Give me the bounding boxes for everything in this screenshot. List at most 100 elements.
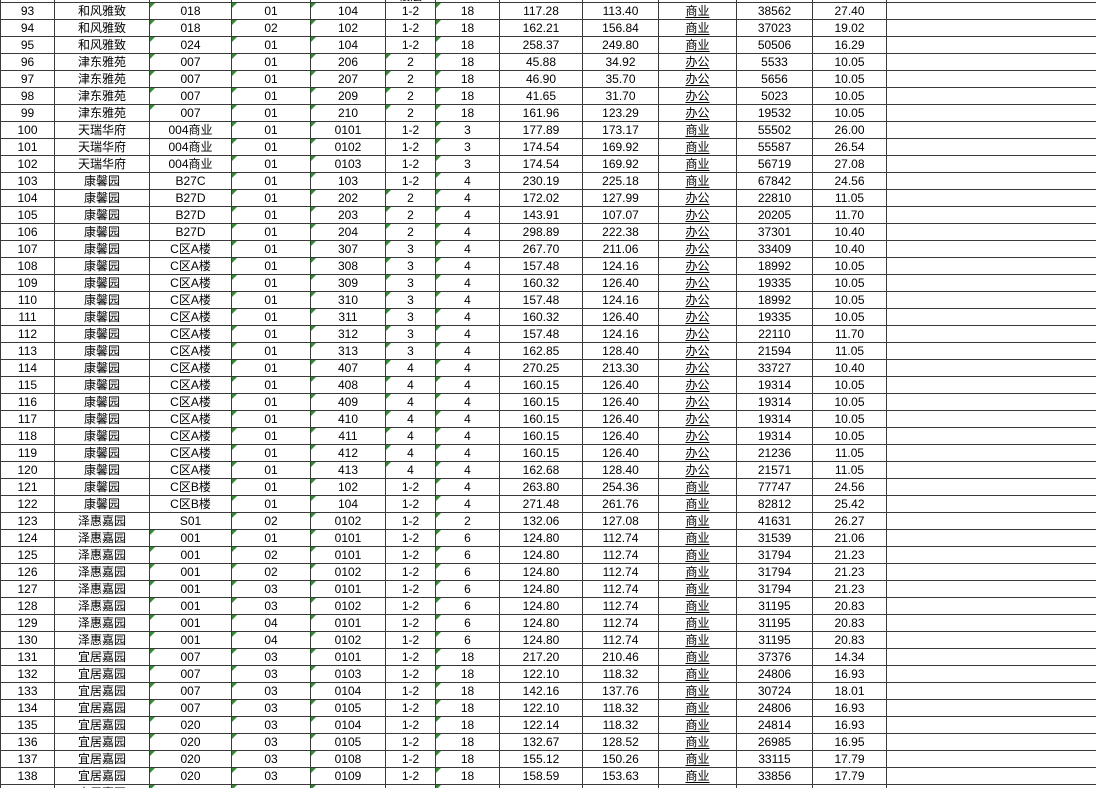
cell-total_price[interactable]: 19314 [737,394,813,411]
cell-room[interactable]: 309 [311,275,386,292]
cell-project_name[interactable]: 康馨园 [55,292,150,309]
cell-blank[interactable] [887,309,1096,326]
cell-row_no[interactable]: 104 [0,190,55,207]
cell-building[interactable]: C区A楼 [150,258,232,275]
cell-room[interactable]: 0109 [311,768,386,785]
cell-inner_area[interactable]: 169.92 [583,139,659,156]
cell-row_no[interactable]: 98 [0,88,55,105]
cell-area[interactable]: 177.89 [500,122,583,139]
cell-inner_area[interactable]: 113.40 [583,3,659,20]
cell-project_name[interactable]: 津东雅苑 [55,88,150,105]
cell-floor[interactable]: 1-2 [386,598,436,615]
cell-building[interactable]: C区A楼 [150,428,232,445]
cell-building[interactable]: C区A楼 [150,241,232,258]
cell-blank[interactable] [887,513,1096,530]
cell-total_price[interactable]: 21571 [737,462,813,479]
cell-floors_total[interactable]: 18 [436,105,500,122]
cell-area[interactable]: 172.02 [500,190,583,207]
cell-row_no[interactable]: 127 [0,581,55,598]
cell-row_no[interactable]: 93 [0,3,55,20]
cell-floors_total[interactable]: 4 [436,377,500,394]
cell-unit_price[interactable]: 21.23 [813,564,887,581]
cell-unit[interactable]: 03 [232,666,311,683]
cell-unit_price[interactable]: 21.23 [813,581,887,598]
cell-room[interactable]: 104 [311,496,386,513]
cell-inner_area[interactable]: 126.40 [583,377,659,394]
cell-total_price[interactable]: 77747 [737,479,813,496]
cell-building[interactable]: C区A楼 [150,275,232,292]
cell-building[interactable]: 020 [150,751,232,768]
cell-project_name[interactable]: 泽惠嘉园 [55,598,150,615]
cell-building[interactable]: 001 [150,615,232,632]
cell-usage[interactable]: 办公 [659,394,737,411]
cell-inner_area[interactable]: 127.08 [583,513,659,530]
cell-inner_area[interactable]: 128.40 [583,462,659,479]
cell-total_price[interactable]: 31539 [737,530,813,547]
cell-building[interactable]: B27D [150,207,232,224]
cell-row_no[interactable]: 106 [0,224,55,241]
cell-inner_area[interactable]: 112.74 [583,615,659,632]
cell-area[interactable]: 155.12 [500,751,583,768]
cell-floors_total[interactable]: 18 [436,751,500,768]
cell-unit[interactable]: 03 [232,734,311,751]
cell-floors_total[interactable]: 4 [436,207,500,224]
cell-unit[interactable]: 01 [232,377,311,394]
cell-unit[interactable]: 01 [232,37,311,54]
cell-area[interactable]: 124.80 [500,632,583,649]
cell-floor[interactable]: 1-2 [386,3,436,20]
cell-blank[interactable] [887,105,1096,122]
cell-building[interactable]: 007 [150,88,232,105]
cell-project_name[interactable]: 康馨园 [55,258,150,275]
cell-unit_price[interactable]: 16.95 [813,734,887,751]
cell-project_name[interactable]: 康馨园 [55,309,150,326]
cell-floor[interactable]: 1-2 [386,496,436,513]
cell-room[interactable]: 202 [311,190,386,207]
cell-total_price[interactable]: 55502 [737,122,813,139]
cell-row_no[interactable]: 99 [0,105,55,122]
cell-row_no[interactable]: 113 [0,343,55,360]
cell-building[interactable]: C区A楼 [150,411,232,428]
cell-unit_price[interactable]: 10.40 [813,241,887,258]
cell-total_price[interactable]: 50506 [737,37,813,54]
cell-project_name[interactable]: 康馨园 [55,394,150,411]
cell-room[interactable]: 0101 [311,581,386,598]
cell-unit_price[interactable]: 10.05 [813,428,887,445]
cell-row_no[interactable]: 122 [0,496,55,513]
cell-blank[interactable] [887,615,1096,632]
cell-row_no[interactable]: 107 [0,241,55,258]
cell-room[interactable]: 210 [311,105,386,122]
cell-floor[interactable]: 1-2 [386,666,436,683]
cell-inner_area[interactable]: 123.29 [583,105,659,122]
cell-unit_price[interactable]: 10.05 [813,275,887,292]
cell-floors_total[interactable]: 18 [436,683,500,700]
cell-unit[interactable]: 02 [232,547,311,564]
cell-area[interactable]: 157.48 [500,258,583,275]
cell-building[interactable]: 007 [150,649,232,666]
cell-unit_price[interactable]: 10.05 [813,54,887,71]
cell-floors_total[interactable]: 18 [436,768,500,785]
cell-blank[interactable] [887,717,1096,734]
cell-unit[interactable]: 03 [232,751,311,768]
cell-building[interactable]: 020 [150,734,232,751]
cell-unit_price[interactable]: 25.42 [813,496,887,513]
cell-inner_area[interactable]: 31.70 [583,88,659,105]
cell-unit_price[interactable]: 10.05 [813,292,887,309]
cell-room[interactable]: 0101 [311,547,386,564]
cell-unit[interactable]: 01 [232,326,311,343]
cell-blank[interactable] [887,173,1096,190]
cell-row_no[interactable]: 133 [0,683,55,700]
cell-building[interactable]: 020 [150,717,232,734]
cell-room[interactable]: 0101 [311,530,386,547]
cell-unit_price[interactable]: 10.05 [813,71,887,88]
cell-inner_area[interactable]: 249.80 [583,37,659,54]
cell-room[interactable]: 408 [311,377,386,394]
cell-unit[interactable]: 04 [232,615,311,632]
cell-blank[interactable] [887,768,1096,785]
cell-unit[interactable]: 03 [232,649,311,666]
cell-unit_price[interactable]: 16.93 [813,700,887,717]
cell-usage[interactable]: 商业 [659,649,737,666]
cell-room[interactable]: 0101 [311,615,386,632]
cell-unit_price[interactable]: 24.56 [813,479,887,496]
cell-floors_total[interactable]: 4 [436,411,500,428]
cell-room[interactable]: 311 [311,309,386,326]
